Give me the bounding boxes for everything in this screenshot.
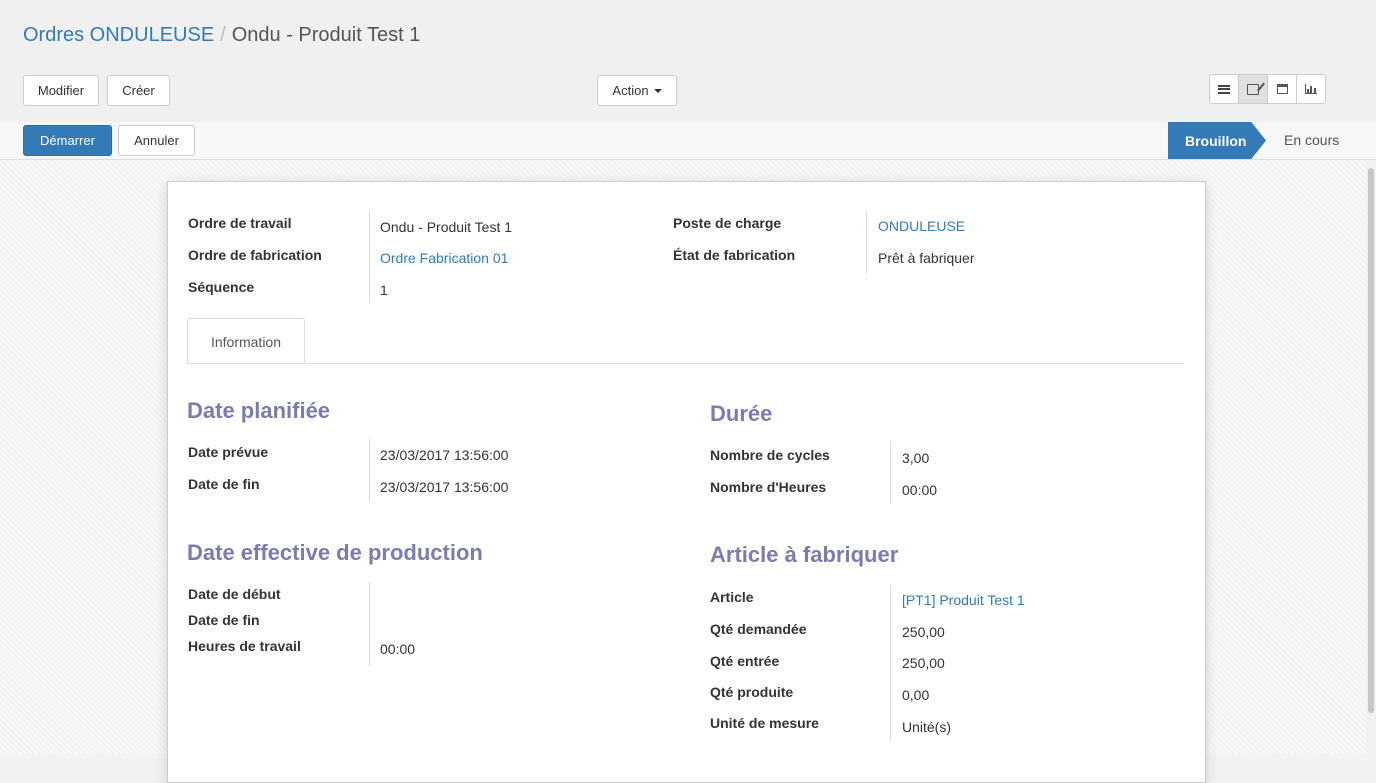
divider — [369, 211, 370, 303]
control-panel: Ordres ONDULEUSE / Ondu - Produit Test 1 M… — [0, 0, 1376, 123]
work-order-value: Ondu - Produit Test 1 — [380, 219, 513, 235]
workcenter-link[interactable]: ONDULEUSE — [878, 218, 965, 234]
uom-value: Unité(s) — [902, 719, 952, 735]
sequence-value: 1 — [380, 282, 388, 298]
cancel-button[interactable]: Annuler — [118, 125, 195, 156]
planned-end-value: 23/03/2017 13:56:00 — [380, 479, 509, 495]
divider — [890, 585, 891, 741]
action-dropdown[interactable]: Action — [597, 75, 677, 106]
work-hours-value: 00:00 — [380, 641, 416, 657]
breadcrumb-separator: / — [220, 24, 226, 46]
product-title: Article à fabriquer — [710, 542, 899, 567]
planned-date-title: Date planifiée — [187, 398, 331, 423]
qty-in-value: 250,00 — [902, 655, 945, 671]
hours-label: Nombre d'Heures — [710, 479, 827, 495]
qty-in-label: Qté entrée — [710, 653, 780, 669]
list-view-icon — [1218, 84, 1230, 94]
cycles-value: 3,00 — [902, 450, 930, 466]
form-view-button[interactable] — [1238, 74, 1268, 104]
divider — [369, 439, 370, 502]
calendar-view-icon — [1276, 84, 1288, 94]
planned-start-label: Date prévue — [188, 444, 269, 460]
production-state-label: État de fabrication — [673, 247, 796, 263]
planned-start-value: 23/03/2017 13:56:00 — [380, 447, 509, 463]
work-hours-label: Heures de travail — [188, 638, 301, 654]
qty-requested-label: Qté demandée — [710, 621, 807, 637]
breadcrumb: Ordres ONDULEUSE / Ondu - Produit Test 1 — [23, 24, 420, 47]
actual-start-label: Date de début — [188, 586, 281, 602]
status-bar: Démarrer Annuler Brouillon En cours — [0, 122, 1376, 160]
breadcrumb-parent-link[interactable]: Ordres ONDULEUSE — [23, 24, 214, 46]
caret-down-icon — [653, 88, 662, 93]
qty-produced-label: Qté produite — [710, 684, 794, 700]
work-order-label: Ordre de travail — [188, 215, 292, 231]
vertical-scrollbar[interactable] — [1367, 160, 1376, 754]
uom-label: Unité de mesure — [710, 715, 819, 731]
qty-requested-value: 250,00 — [902, 624, 945, 640]
graph-view-button[interactable] — [1296, 74, 1326, 104]
divider — [369, 582, 370, 666]
hours-value: 00:00 — [902, 482, 938, 498]
calendar-view-button[interactable] — [1267, 74, 1297, 104]
manufacturing-order-label: Ordre de fabrication — [188, 247, 322, 263]
breadcrumb-current: Ondu - Produit Test 1 — [231, 24, 421, 46]
list-view-button[interactable] — [1209, 74, 1239, 104]
create-button[interactable]: Créer — [107, 75, 170, 106]
cycles-label: Nombre de cycles — [710, 447, 830, 463]
stage-in-progress[interactable]: En cours — [1284, 122, 1339, 159]
start-button[interactable]: Démarrer — [23, 125, 112, 156]
divider — [890, 441, 891, 504]
article-label: Article — [710, 589, 754, 605]
actual-date-title: Date effective de production — [187, 540, 483, 565]
planned-end-label: Date de fin — [188, 476, 260, 492]
production-state-value: Prêt à fabriquer — [878, 250, 975, 266]
actual-end-label: Date de fin — [188, 612, 260, 628]
graph-view-icon — [1305, 84, 1317, 94]
stage-draft[interactable]: Brouillon — [1168, 122, 1266, 159]
scrollbar-thumb[interactable] — [1368, 168, 1374, 713]
duration-title: Durée — [710, 401, 773, 426]
form-view-icon — [1247, 83, 1259, 95]
qty-produced-value: 0,00 — [902, 687, 930, 703]
form-content: Ordre de travail Ordre de fabrication Sé… — [0, 160, 1366, 783]
action-label: Action — [612, 83, 649, 98]
manufacturing-order-link[interactable]: Ordre Fabrication 01 — [380, 250, 508, 266]
sequence-label: Séquence — [188, 279, 255, 295]
divider — [866, 211, 867, 274]
edit-button[interactable]: Modifier — [23, 75, 99, 106]
form-sheet: Ordre de travail Ordre de fabrication Sé… — [167, 181, 1206, 783]
view-switcher — [1209, 74, 1326, 104]
tab-divider — [187, 363, 1184, 364]
workcenter-label: Poste de charge — [673, 215, 782, 231]
article-link[interactable]: [PT1] Produit Test 1 — [902, 592, 1025, 608]
tab-information[interactable]: Information — [187, 318, 305, 364]
